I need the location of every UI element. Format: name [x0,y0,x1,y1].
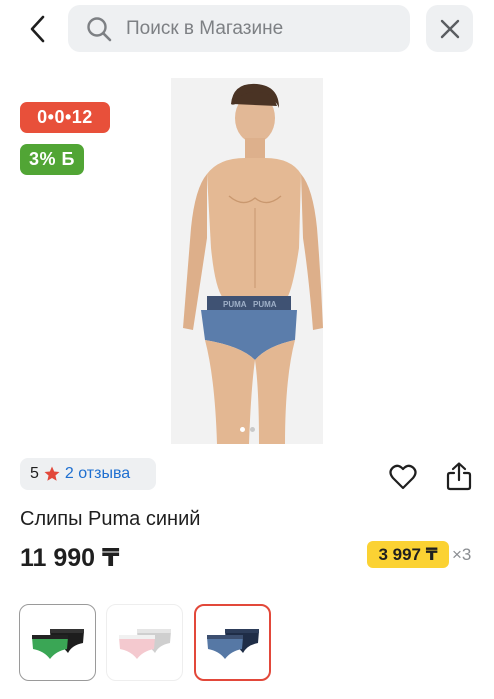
thumbnail-green-black[interactable] [19,604,96,681]
rating-chip[interactable]: 5 2 отзыва [20,458,156,490]
share-button[interactable] [444,460,474,492]
briefs-thumbnail-image [118,628,171,659]
product-price: 11 990 ₸ [20,544,120,572]
close-icon [440,19,459,38]
reviews-link[interactable]: 2 отзыва [65,465,130,483]
gallery-dots [171,427,323,432]
search-bar[interactable] [68,5,410,52]
product-title: Слипы Puma синий [20,508,201,530]
favorite-button[interactable] [388,462,418,492]
briefs-thumbnail-image [206,628,259,659]
share-icon [446,462,472,491]
monthly-payment-badge: 3 997 ₸ [367,541,449,568]
heart-icon [389,464,417,490]
search-icon [86,16,112,42]
search-input[interactable] [126,17,396,40]
chevron-left-icon [30,15,45,43]
close-button[interactable] [426,5,473,52]
thumbnail-blue-navy[interactable] [194,604,271,681]
gallery-dot[interactable] [239,427,245,432]
gallery-dot[interactable] [249,427,255,432]
svg-text:PUMA: PUMA [223,300,247,309]
bonus-badge: 3% Б [20,144,84,175]
svg-text:PUMA: PUMA [253,300,277,309]
back-button[interactable] [20,10,56,48]
header [0,0,494,60]
model-in-briefs-image: PUMA PUMA [183,83,323,444]
installment-badge: 0•0•12 [20,102,110,133]
briefs-thumbnail-image [31,628,84,659]
product-image[interactable]: PUMA PUMA [171,78,323,444]
star-icon [43,465,61,483]
thumbnail-pink-grey[interactable] [106,604,183,681]
rating-score: 5 [30,465,39,482]
installment-multiplier: ×3 [452,545,472,564]
product-page: 0•0•12 3% Б PUMA PUMA [0,0,494,699]
